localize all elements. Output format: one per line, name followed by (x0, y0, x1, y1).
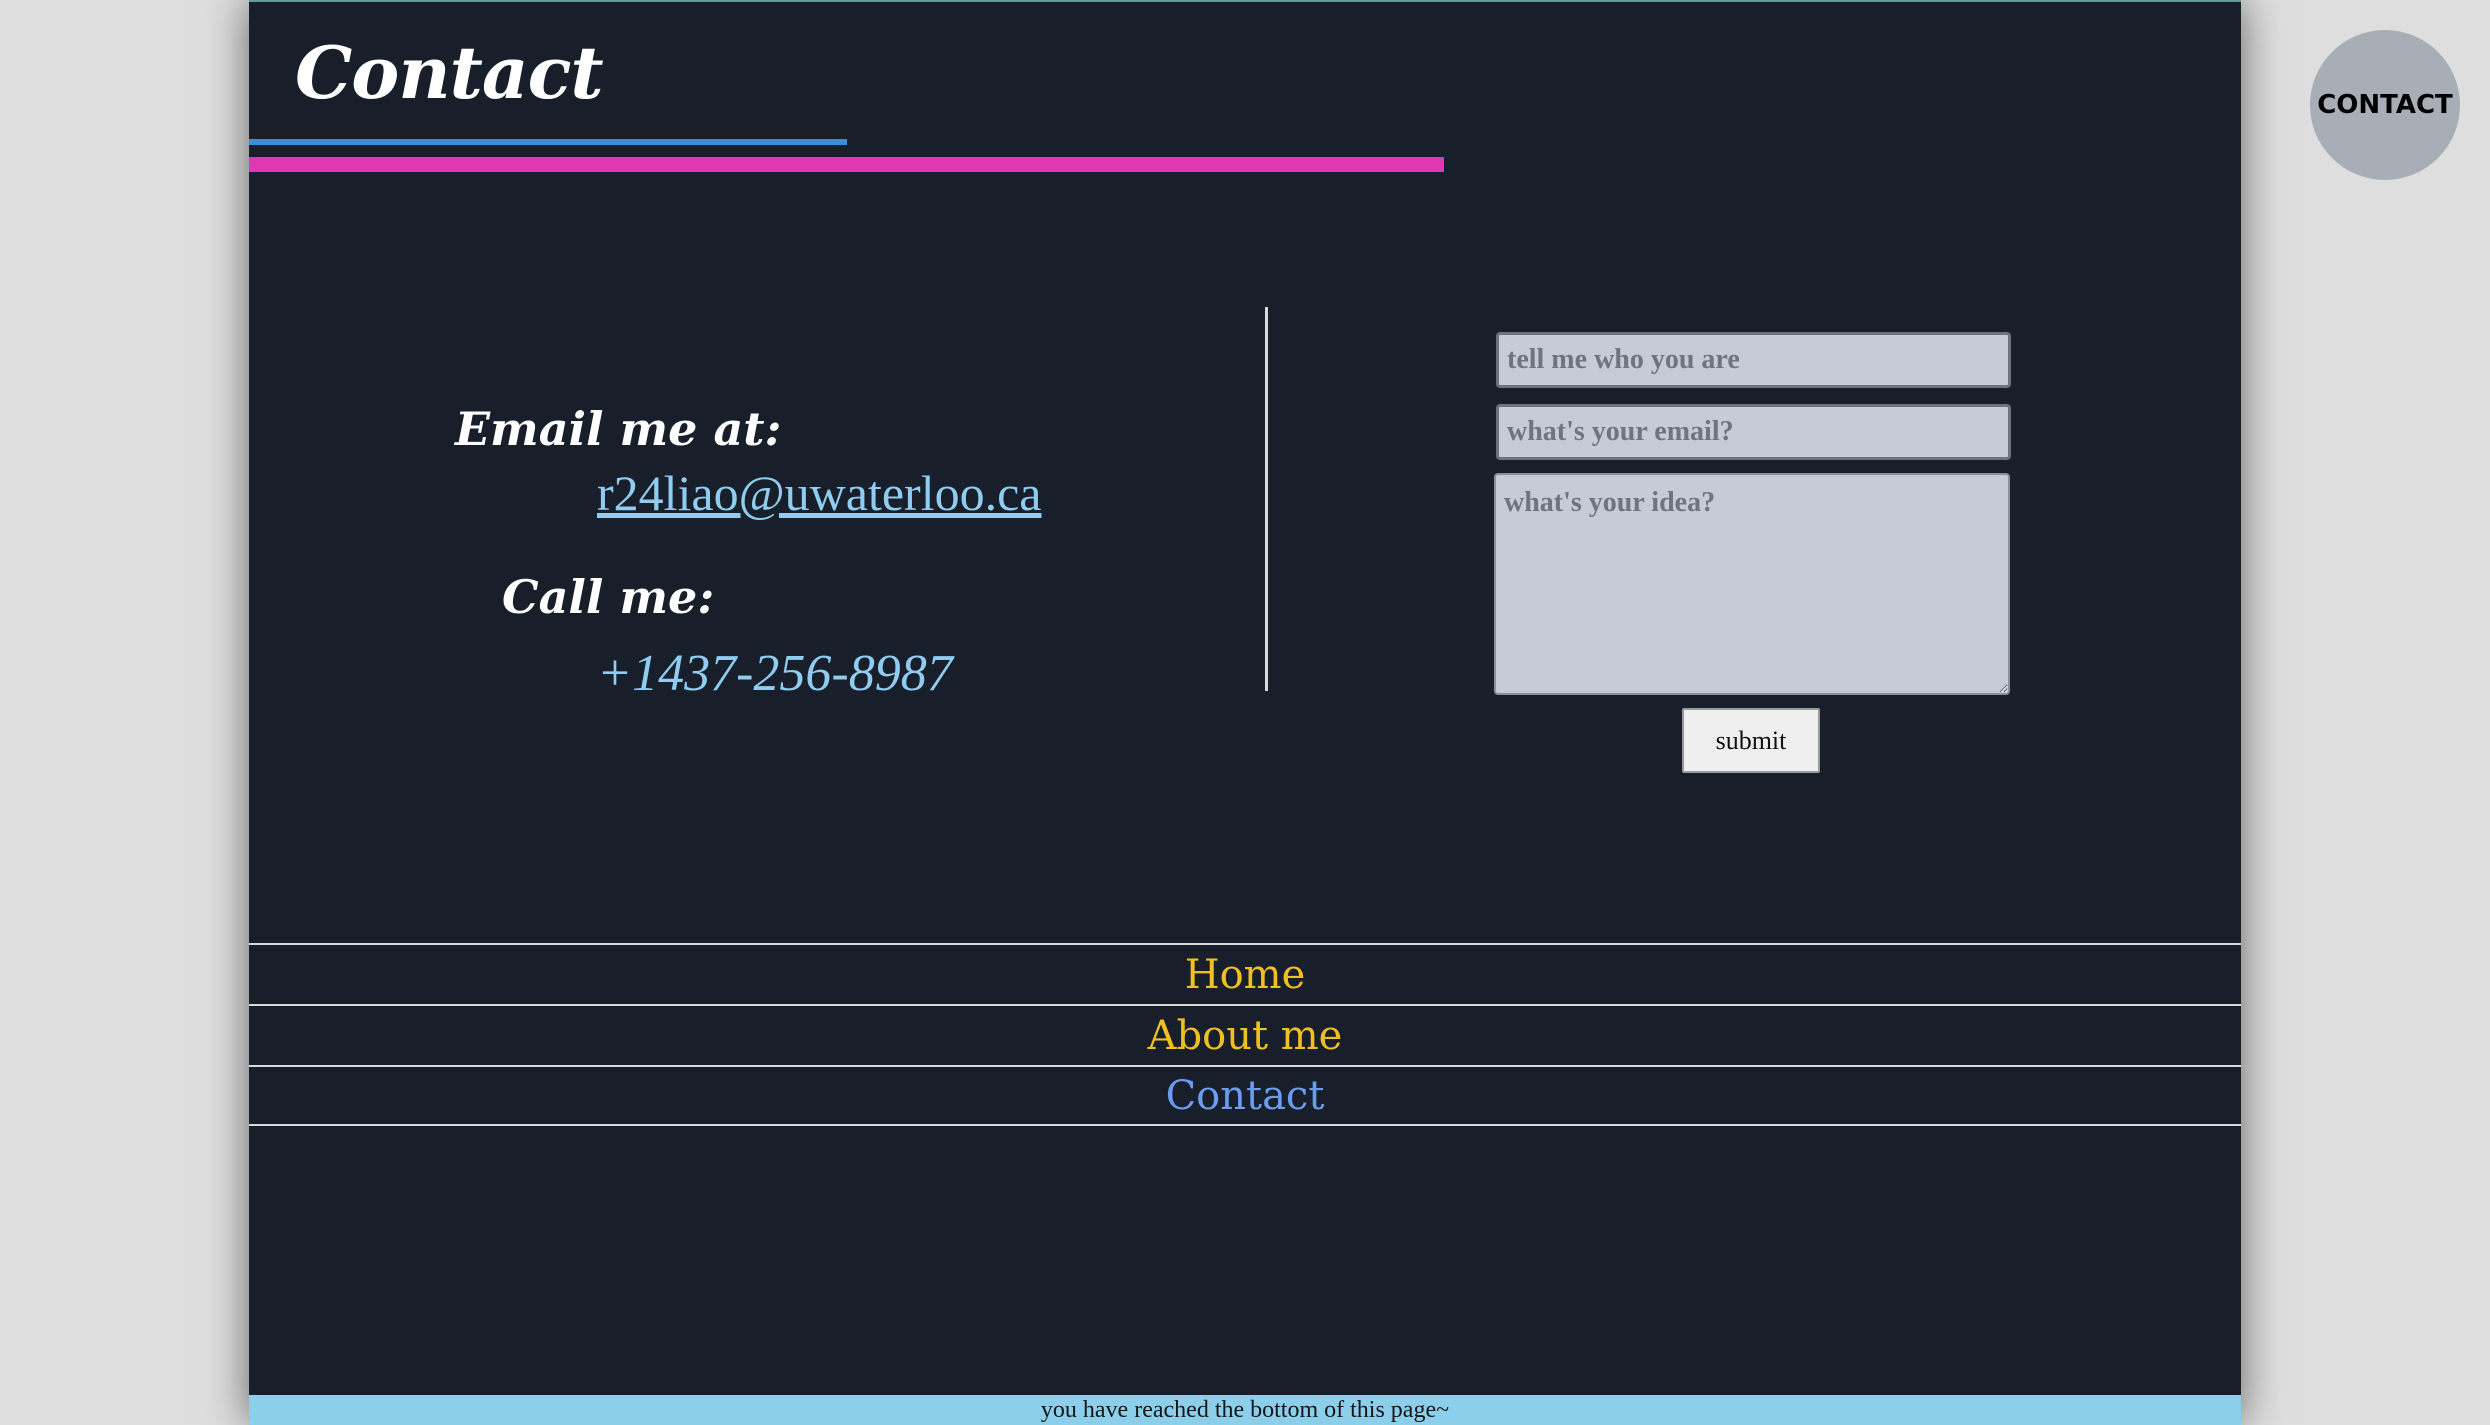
nav-item-about[interactable]: About me (249, 1004, 2241, 1065)
page-title: Contact (295, 30, 604, 115)
bottom-nav: Home About me Contact (249, 943, 2241, 1126)
phone-number: +1437-256-8987 (597, 645, 953, 702)
idea-textarea[interactable] (1494, 473, 2010, 695)
email-input[interactable] (1496, 404, 2011, 460)
submit-button[interactable]: submit (1682, 708, 1820, 773)
email-label: Email me at: (455, 402, 782, 456)
nav-item-home[interactable]: Home (249, 943, 2241, 1004)
call-label: Call me: (502, 570, 715, 624)
email-link[interactable]: r24liao@uwaterloo.ca (597, 464, 1041, 522)
nav-item-contact[interactable]: Contact (249, 1065, 2241, 1126)
title-underline-pink (249, 157, 1444, 172)
title-underline-blue (249, 139, 847, 145)
footer-bar: you have reached the bottom of this page… (249, 1395, 2241, 1425)
footer-text: you have reached the bottom of this page… (1040, 1397, 1450, 1423)
contact-fab-label: CONTACT (2317, 90, 2453, 120)
contact-fab-button[interactable]: CONTACT (2310, 30, 2460, 180)
page-container: Contact Email me at: r24liao@uwaterloo.c… (249, 0, 2241, 1425)
vertical-divider (1265, 307, 1268, 691)
name-input[interactable] (1496, 332, 2011, 388)
